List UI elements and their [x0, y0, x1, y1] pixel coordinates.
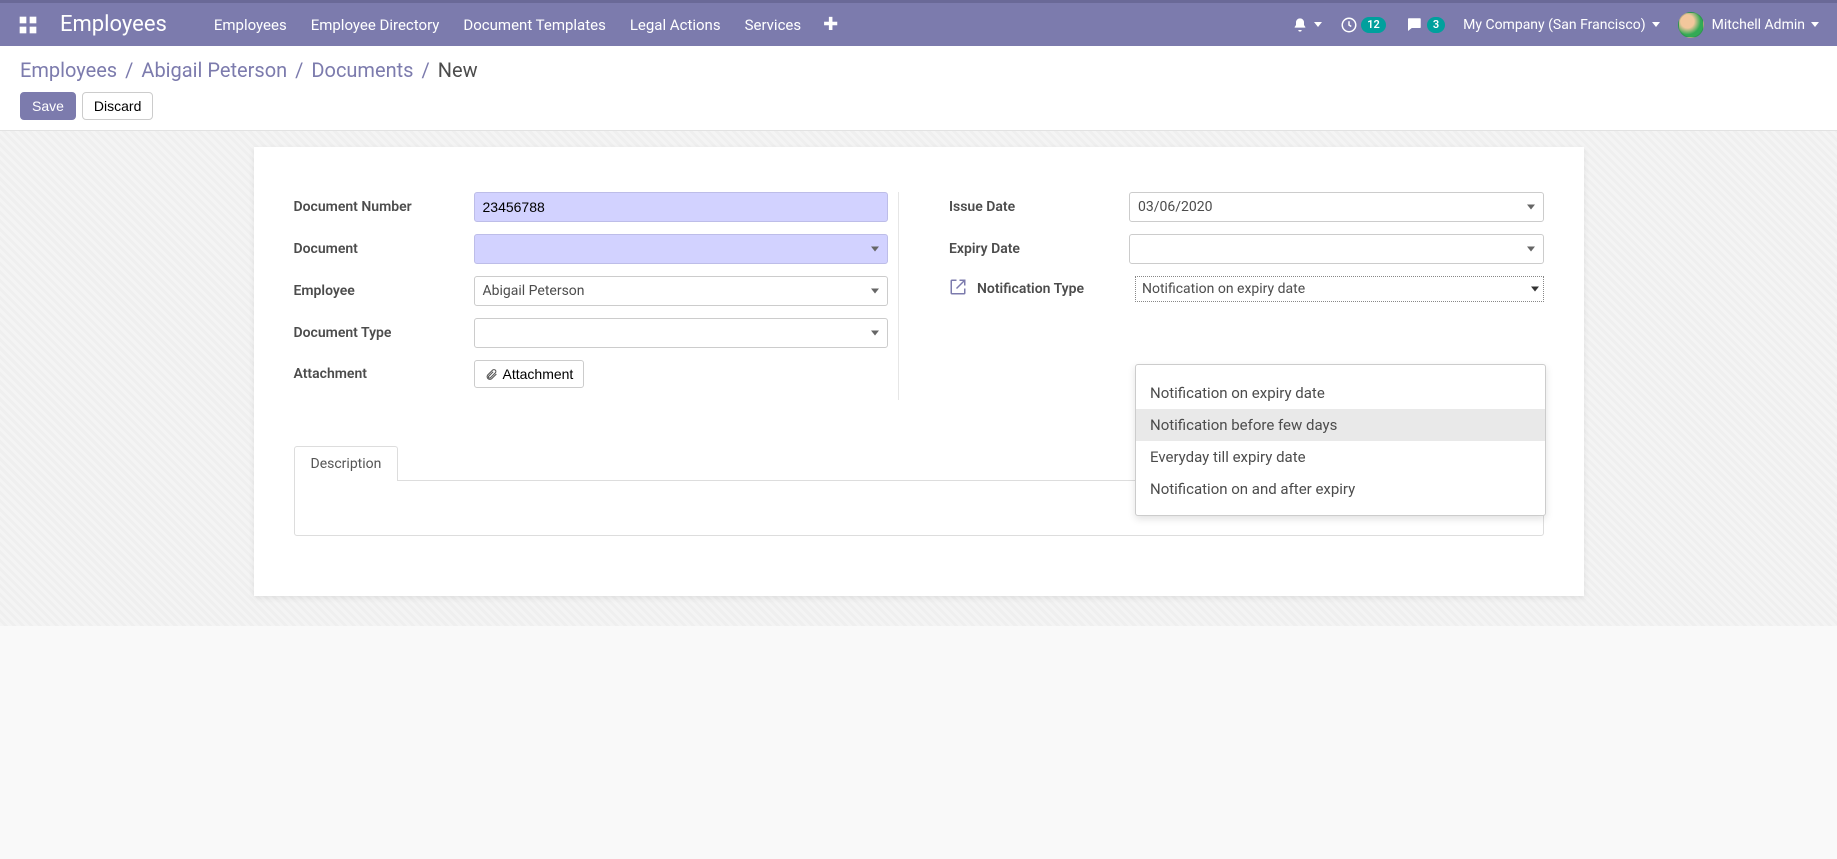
- notif-option[interactable]: Notification on and after expiry: [1136, 473, 1545, 505]
- document-select[interactable]: [474, 234, 889, 264]
- chevron-down-icon: [1314, 22, 1322, 27]
- notifications-button[interactable]: [1292, 17, 1322, 33]
- breadcrumb-employee[interactable]: Abigail Peterson: [141, 58, 287, 82]
- breadcrumb-current: New: [438, 58, 478, 82]
- notif-option[interactable]: Notification before few days: [1136, 409, 1545, 441]
- paperclip-icon: [485, 368, 498, 381]
- messages-badge: 3: [1427, 17, 1445, 33]
- menu-item-doc-templates[interactable]: Document Templates: [451, 16, 617, 34]
- breadcrumb-sep: /: [295, 58, 303, 82]
- activities-badge: 12: [1361, 17, 1386, 33]
- bell-icon: [1292, 17, 1308, 33]
- notification-type-select[interactable]: Notification on expiry date: [1135, 276, 1544, 302]
- user-menu[interactable]: Mitchell Admin: [1678, 12, 1819, 38]
- chevron-down-icon: [1652, 22, 1660, 27]
- menu-item-legal-actions[interactable]: Legal Actions: [618, 16, 733, 34]
- document-type-select[interactable]: [474, 318, 889, 348]
- label-document: Document: [294, 241, 474, 257]
- breadcrumb-documents[interactable]: Documents: [311, 58, 413, 82]
- main-menu: Employees Employee Directory Document Te…: [202, 14, 1292, 35]
- breadcrumb: Employees / Abigail Peterson / Documents…: [20, 58, 1817, 82]
- clock-icon: [1340, 16, 1358, 34]
- form-sheet: Document Number Document Employee Abigai…: [254, 147, 1584, 596]
- document-number-input[interactable]: [474, 192, 889, 222]
- menu-item-directory[interactable]: Employee Directory: [299, 16, 452, 34]
- label-notification-type: Notification Type: [977, 281, 1135, 297]
- issue-date-input[interactable]: 03/06/2020: [1129, 192, 1544, 222]
- notification-type-dropdown: Notification on expiry date Notification…: [1135, 364, 1546, 516]
- company-switcher[interactable]: My Company (San Francisco): [1463, 17, 1659, 33]
- activities-button[interactable]: 12: [1340, 16, 1386, 34]
- expiry-date-input[interactable]: [1129, 234, 1544, 264]
- employee-select[interactable]: Abigail Peterson: [474, 276, 889, 306]
- breadcrumb-employees[interactable]: Employees: [20, 58, 117, 82]
- top-navbar: Employees Employees Employee Directory D…: [0, 0, 1837, 46]
- chat-icon: [1404, 16, 1424, 34]
- label-employee: Employee: [294, 283, 474, 299]
- notif-option[interactable]: Everyday till expiry date: [1136, 441, 1545, 473]
- avatar: [1678, 12, 1704, 38]
- menu-item-employees[interactable]: Employees: [202, 16, 299, 34]
- control-panel: Employees / Abigail Peterson / Documents…: [0, 46, 1837, 131]
- label-attachment: Attachment: [294, 366, 474, 382]
- label-doc-number: Document Number: [294, 199, 474, 215]
- messages-button[interactable]: 3: [1404, 16, 1445, 34]
- menu-item-services[interactable]: Services: [733, 16, 814, 34]
- user-name: Mitchell Admin: [1712, 17, 1805, 33]
- label-expiry-date: Expiry Date: [949, 241, 1129, 257]
- save-button[interactable]: Save: [20, 92, 76, 120]
- label-doc-type: Document Type: [294, 325, 474, 341]
- discard-button[interactable]: Discard: [82, 92, 153, 120]
- apps-icon[interactable]: [18, 15, 38, 35]
- label-issue-date: Issue Date: [949, 199, 1129, 215]
- external-link-icon[interactable]: [949, 278, 967, 300]
- notif-option[interactable]: Notification on expiry date: [1136, 377, 1545, 409]
- company-name: My Company (San Francisco): [1463, 17, 1645, 33]
- add-menu-icon[interactable]: ✚: [813, 14, 848, 35]
- app-title[interactable]: Employees: [60, 12, 167, 37]
- breadcrumb-sep: /: [125, 58, 133, 82]
- breadcrumb-sep: /: [422, 58, 430, 82]
- tab-description[interactable]: Description: [294, 446, 399, 481]
- attachment-button[interactable]: Attachment: [474, 360, 585, 388]
- chevron-down-icon: [1811, 22, 1819, 27]
